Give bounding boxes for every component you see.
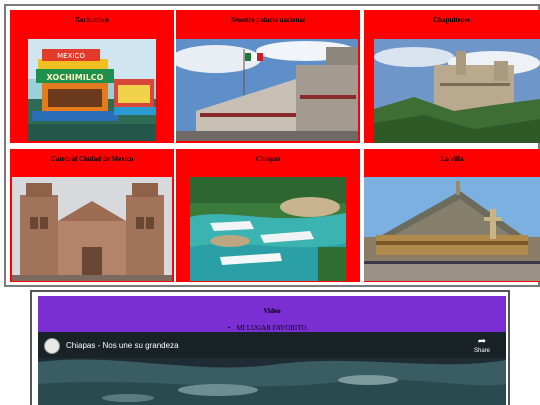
xochimilco-trajinera-photo: MEXICO XOCHIMILCO <box>28 39 156 141</box>
chiapas-waterfalls-photo <box>190 177 346 281</box>
embedded-video-player[interactable]: Chiapas - Nos une su grandeza ➦ Share <box>38 332 506 405</box>
card-title: Catedral Ciudad de Mexico <box>50 155 134 163</box>
favorite-list-item: MI LUGAR FAVORITO. <box>228 324 308 332</box>
boat-banner-text: MEXICO <box>57 52 85 60</box>
basilica-villa-photo <box>364 177 540 281</box>
share-button[interactable]: ➦ Share <box>470 336 494 354</box>
card-xochimilco: Xochimilco MEXICO XOCHIMILCO <box>10 10 174 143</box>
card-title: Nuestro palacio nacional <box>231 16 305 24</box>
card-title: Chiapas <box>255 155 281 163</box>
card-palacio-nacional: Nuestro palacio nacional <box>176 10 360 143</box>
card-title: Chapultepec <box>433 16 471 24</box>
card-title: Xochimilco <box>75 16 109 24</box>
video-heading: Video <box>263 307 281 315</box>
share-arrow-icon: ➦ <box>477 336 487 347</box>
photo-gallery: Xochimilco MEXICO XOCHIMILCO Nuestro pal… <box>4 4 540 287</box>
channel-avatar[interactable] <box>44 338 60 354</box>
video-header: Video MI LUGAR FAVORITO. <box>38 296 506 332</box>
card-chiapas: Chiapas <box>176 149 360 282</box>
boat-name-text: XOCHIMILCO <box>47 73 104 82</box>
palacio-nacional-photo <box>176 39 358 141</box>
card-title: La villa <box>440 155 464 163</box>
share-label: Share <box>473 348 490 354</box>
card-chapultepec: Chapultepec <box>364 10 540 143</box>
video-section: Video MI LUGAR FAVORITO. Chiapas - Nos u… <box>30 290 510 405</box>
video-title[interactable]: Chiapas - Nos une su grandeza <box>66 341 179 350</box>
card-la-villa: La villa <box>364 149 540 282</box>
chapultepec-castle-photo <box>374 39 540 143</box>
catedral-photo <box>12 177 172 281</box>
card-catedral: Catedral Ciudad de Mexico <box>10 149 174 282</box>
